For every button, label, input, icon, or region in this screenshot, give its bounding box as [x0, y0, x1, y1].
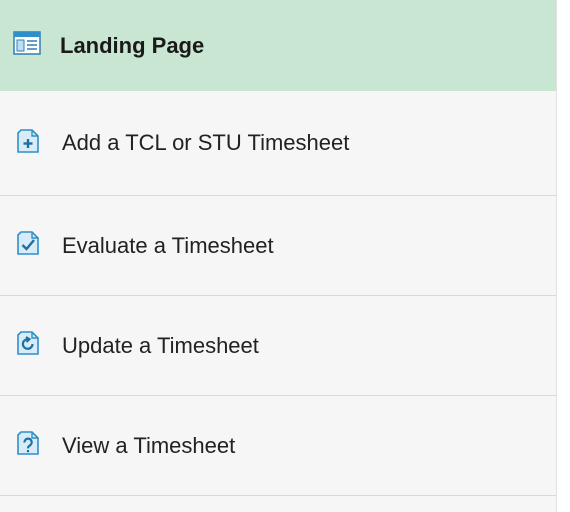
nav-item-update-timesheet[interactable]: Update a Timesheet [0, 296, 556, 396]
view-document-icon [17, 431, 39, 460]
nav-header-landing-page[interactable]: Landing Page [0, 0, 556, 91]
update-document-icon [17, 331, 39, 360]
checkmark-document-icon [17, 231, 39, 260]
nav-item-evaluate-timesheet[interactable]: Evaluate a Timesheet [0, 196, 556, 296]
nav-item-label: Evaluate a Timesheet [62, 232, 274, 258]
nav-item-label: Add a TCL or STU Timesheet [62, 130, 350, 155]
nav-header-title: Landing Page [60, 32, 205, 58]
nav-item-label: View a Timesheet [62, 432, 236, 458]
side-navigation: Landing Page Add a TCL or STU Timesheet … [0, 0, 557, 512]
nav-item-label: Update a Timesheet [62, 332, 259, 358]
nav-item-add-timesheet[interactable]: Add a TCL or STU Timesheet [0, 91, 556, 196]
landing-page-icon [13, 31, 41, 60]
nav-item-view-timesheet[interactable]: View a Timesheet [0, 396, 556, 496]
add-document-icon [17, 128, 39, 158]
